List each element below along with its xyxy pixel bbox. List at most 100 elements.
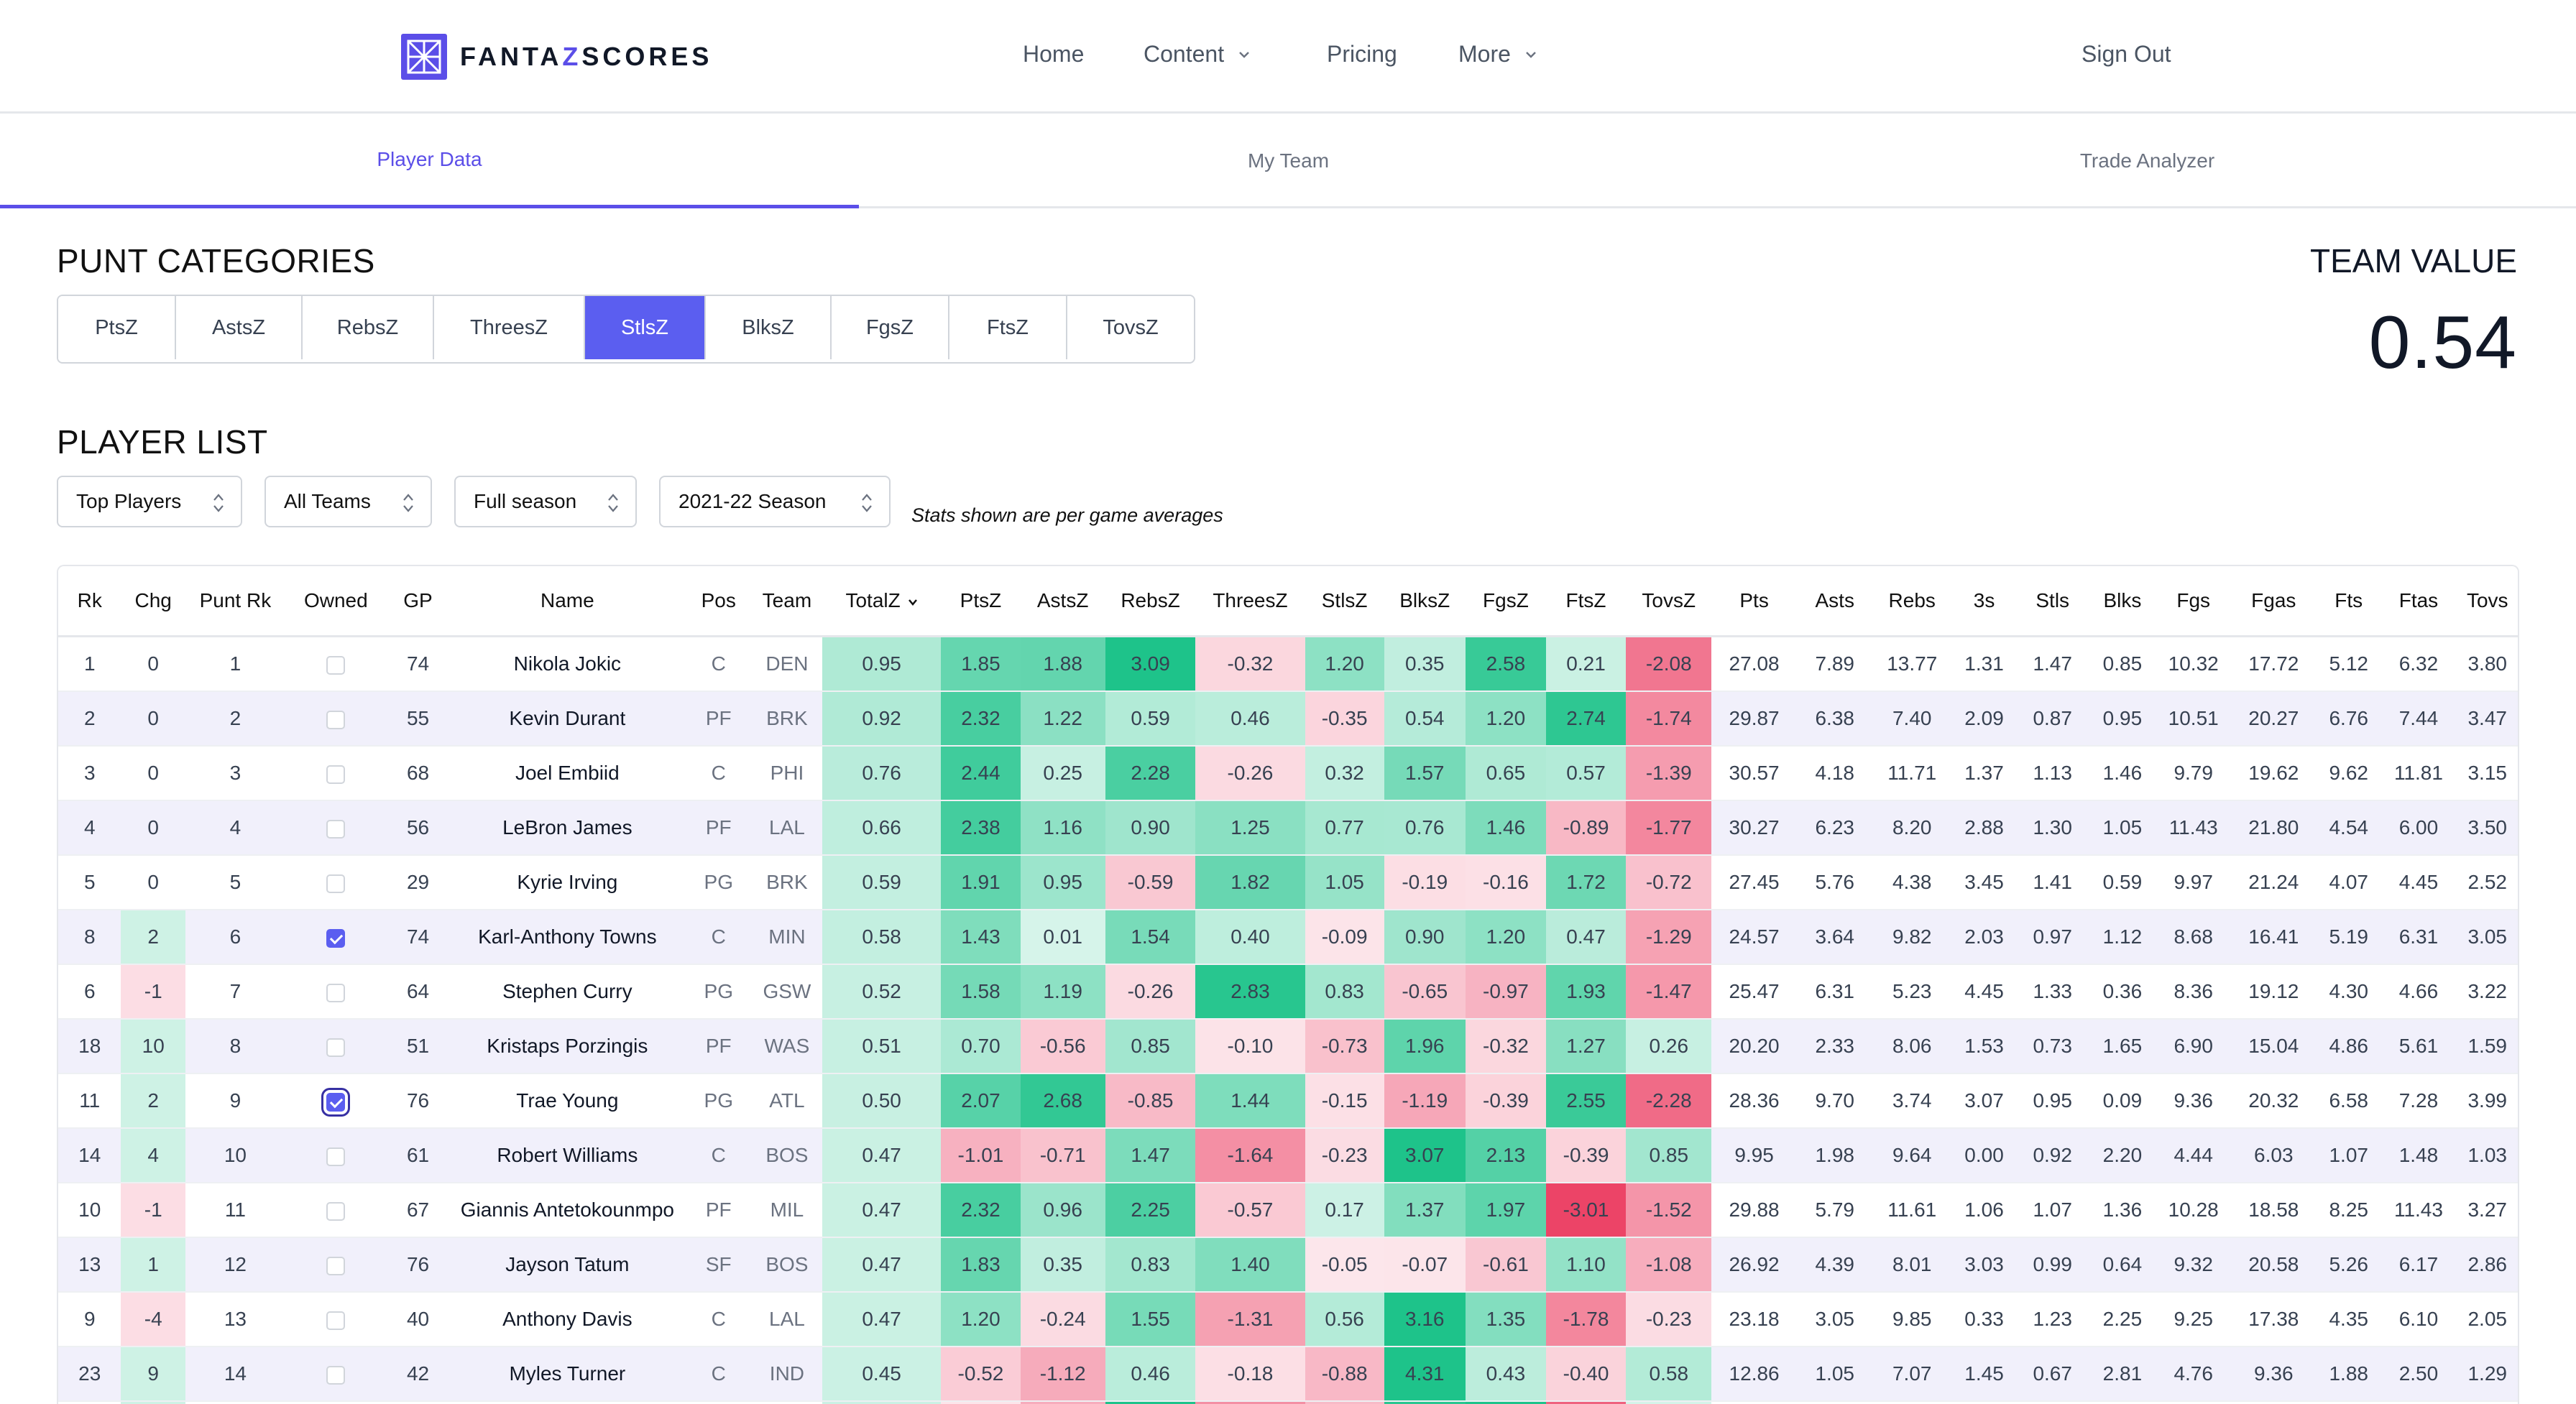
cell-owned[interactable] (285, 1347, 387, 1402)
cell-owned[interactable] (285, 910, 387, 965)
period-select[interactable]: Full season (454, 476, 637, 527)
cell-owned[interactable] (285, 1183, 387, 1238)
col-header-rebs[interactable]: Rebs (1872, 566, 1951, 637)
table-row[interactable]: 1 0 1 74 Nikola Jokic C DEN 0.95 1.85 1.88 3.09 -0.… (58, 636, 2518, 692)
col-header-chg[interactable]: Chg (121, 566, 185, 637)
owned-checkbox[interactable] (326, 655, 346, 675)
owned-checkbox[interactable] (326, 819, 346, 839)
punt-btn-ptsz[interactable]: PtsZ (58, 296, 176, 359)
cell-gp: 61 (386, 1128, 450, 1183)
owned-checkbox[interactable] (326, 1256, 346, 1275)
owned-checkbox[interactable] (326, 1365, 346, 1385)
col-header-stls[interactable]: Stls (2017, 566, 2089, 637)
cell-owned[interactable] (285, 855, 387, 910)
cell-rk: 2 (58, 691, 121, 747)
col-header-astsz[interactable]: AstsZ (1020, 566, 1105, 637)
table-row[interactable]: 13 1 12 76 Jayson Tatum SF BOS 0.47 1.83 0.35 0.83… (58, 1237, 2518, 1293)
owned-checkbox[interactable] (326, 928, 346, 948)
cell-owned[interactable] (285, 1128, 387, 1183)
col-header-blksz[interactable]: BlksZ (1384, 566, 1466, 637)
cell-owned[interactable] (285, 1237, 387, 1293)
cell-owned[interactable] (285, 691, 387, 747)
punt-btn-fgsz[interactable]: FgsZ (832, 296, 949, 359)
col-header-fgsz[interactable]: FgsZ (1465, 566, 1546, 637)
col-header-stlsz[interactable]: StlsZ (1305, 566, 1384, 637)
owned-checkbox[interactable] (326, 1092, 346, 1112)
col-header-name[interactable]: Name (449, 566, 686, 637)
col-header-asts[interactable]: Asts (1796, 566, 1873, 637)
owned-checkbox[interactable] (326, 710, 346, 729)
tab-player-data[interactable]: Player Data (0, 114, 859, 208)
col-header-blks[interactable]: Blks (2088, 566, 2157, 637)
cell-asts: 4.39 (1796, 1237, 1873, 1293)
nav-pricing[interactable]: Pricing (1327, 41, 1397, 68)
col-header-pts[interactable]: Pts (1711, 566, 1797, 637)
col-header-fgas[interactable]: Fgas (2230, 566, 2317, 637)
col-header-totalz[interactable]: TotalZ (822, 566, 942, 637)
punt-btn-astsz[interactable]: AstsZ (176, 296, 303, 359)
punt-btn-threesz[interactable]: ThreesZ (434, 296, 585, 359)
col-header-pos[interactable]: Pos (685, 566, 753, 637)
col-header-3s[interactable]: 3s (1951, 566, 2018, 637)
col-header-rk[interactable]: Rk (58, 566, 121, 637)
punt-btn-ftsz[interactable]: FtsZ (949, 296, 1067, 359)
cell-owned[interactable] (285, 1292, 387, 1347)
table-row[interactable]: 9 -4 13 40 Anthony Davis C LAL 0.47 1.20 -0.24 1.5… (58, 1292, 2518, 1347)
nav-more[interactable]: More (1458, 41, 1537, 68)
col-header-ftsz[interactable]: FtsZ (1545, 566, 1627, 637)
cell-owned[interactable] (285, 746, 387, 801)
col-header-tovs[interactable]: Tovs (2457, 566, 2518, 637)
nav-home[interactable]: Home (1023, 41, 1084, 68)
logo[interactable]: FANTAZSCORES (401, 34, 712, 80)
cell-owned[interactable] (285, 636, 387, 692)
table-row[interactable]: 8 2 6 74 Karl-Anthony Towns C MIN 0.58 1.43 0.01 1… (58, 910, 2518, 965)
owned-checkbox[interactable] (326, 1201, 346, 1221)
table-row[interactable]: 23 9 14 42 Myles Turner C IND 0.45 -0.52 -1.12 0.4… (58, 1347, 2518, 1402)
col-header-threesz[interactable]: ThreesZ (1195, 566, 1305, 637)
cell-owned[interactable] (285, 964, 387, 1020)
punt-btn-blksz[interactable]: BlksZ (706, 296, 832, 359)
table-row[interactable]: 25101566Rudy GobertCUTA0.44-0.07-1.103.4… (58, 1401, 2518, 1404)
owned-checkbox[interactable] (326, 983, 346, 1002)
owned-checkbox[interactable] (326, 1311, 346, 1330)
col-header-fgs[interactable]: Fgs (2156, 566, 2230, 637)
table-row[interactable]: 14 4 10 61 Robert Williams C BOS 0.47 -1.01 -0.71… (58, 1128, 2518, 1183)
cell-pos: C (685, 1347, 753, 1402)
table-row[interactable]: 5 0 5 29 Kyrie Irving PG BRK 0.59 1.91 0.95 -0.59 1… (58, 855, 2518, 910)
sign-out-link[interactable]: Sign Out (2082, 41, 2171, 68)
owned-checkbox[interactable] (326, 874, 346, 893)
table-row[interactable]: 11 2 9 76 Trae Young PG ATL 0.50 2.07 2.68 -0.85 1.… (58, 1073, 2518, 1129)
cell-owned[interactable] (285, 1073, 387, 1129)
table-row[interactable]: 6 -1 7 64 Stephen Curry PG GSW 0.52 1.58 1.19 -0.2… (58, 964, 2518, 1020)
col-header-rebsz[interactable]: RebsZ (1105, 566, 1196, 637)
table-row[interactable]: 3 0 3 68 Joel Embiid C PHI 0.76 2.44 0.25 2.28 -0.2… (58, 746, 2518, 801)
col-header-punt-rk[interactable]: Punt Rk (185, 566, 285, 637)
cell-owned[interactable] (285, 800, 387, 856)
punt-btn-rebsz[interactable]: RebsZ (303, 296, 434, 359)
col-header-owned[interactable]: Owned (285, 566, 387, 637)
table-row[interactable]: 10 -1 11 67 Giannis Antetokounmpo PF MIL 0.47 2.… (58, 1183, 2518, 1238)
table-row[interactable]: 18 10 8 51 Kristaps Porzingis PF WAS 0.51 0.70 -0… (58, 1019, 2518, 1074)
col-header-ptsz[interactable]: PtsZ (941, 566, 1021, 637)
punt-btn-tovsz[interactable]: TovsZ (1067, 296, 1194, 359)
table-row[interactable]: 4 0 4 56 LeBron James PF LAL 0.66 2.38 1.16 0.90 1.… (58, 800, 2518, 856)
punt-btn-stlsz[interactable]: StlsZ (585, 296, 706, 359)
team-select[interactable]: All Teams (264, 476, 432, 527)
owned-checkbox[interactable] (326, 1038, 346, 1057)
table-row[interactable]: 2 0 2 55 Kevin Durant PF BRK 0.92 2.32 1.22 0.59 0.… (58, 691, 2518, 747)
owned-checkbox[interactable] (326, 765, 346, 784)
season-select[interactable]: 2021-22 Season (659, 476, 891, 527)
owned-checkbox[interactable] (326, 1147, 346, 1166)
col-header-ftas[interactable]: Ftas (2380, 566, 2457, 637)
nav-content[interactable]: Content (1144, 41, 1250, 68)
tab-my-team[interactable]: My Team (859, 114, 1718, 208)
col-header-gp[interactable]: GP (386, 566, 450, 637)
col-header-team[interactable]: Team (752, 566, 822, 637)
col-header-tovsz[interactable]: TovsZ (1626, 566, 1712, 637)
cell-owned[interactable] (285, 1401, 387, 1404)
col-header-fts[interactable]: Fts (2317, 566, 2380, 637)
cell-owned[interactable] (285, 1019, 387, 1074)
cell-pos: C (685, 910, 753, 965)
tab-trade-analyzer[interactable]: Trade Analyzer (1718, 114, 2576, 208)
player-pool-select[interactable]: Top Players (57, 476, 242, 527)
